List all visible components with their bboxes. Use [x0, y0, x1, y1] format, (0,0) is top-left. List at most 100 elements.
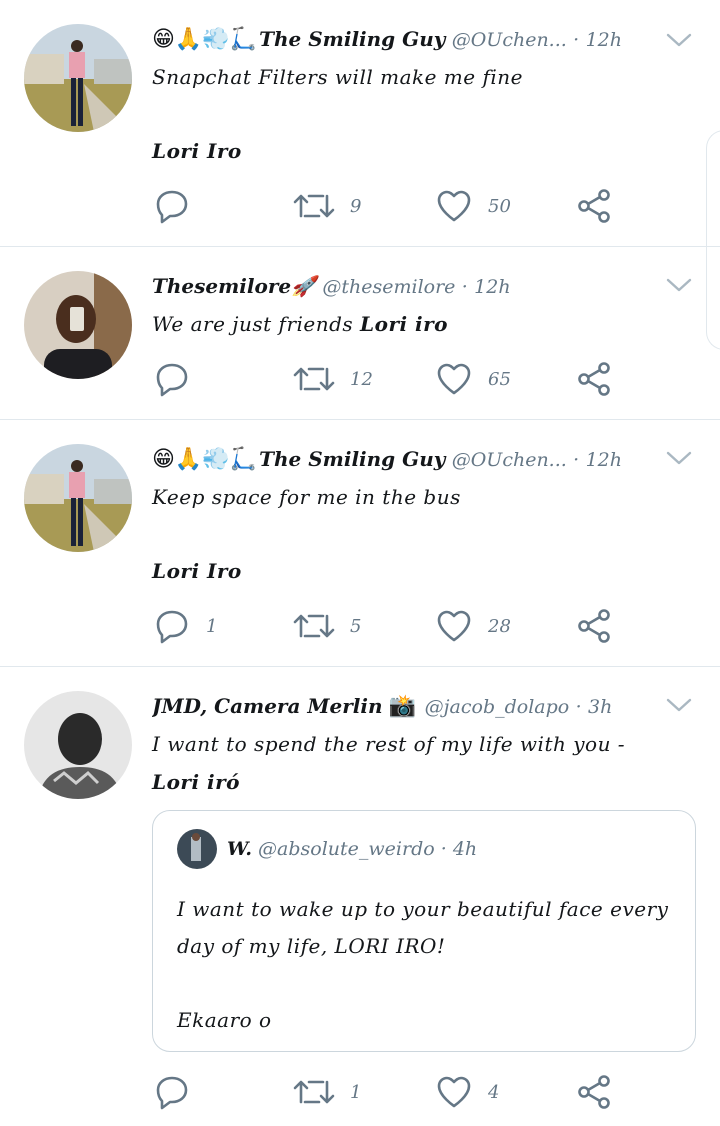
tweet-header: JMD, Camera Merlin 📸 @jacob_dolapo · 3h	[152, 691, 650, 721]
caret-down-icon[interactable]	[666, 695, 692, 715]
reply-icon	[152, 1072, 192, 1112]
display-name[interactable]: The Smiling Guy	[259, 27, 445, 51]
separator-dot: ·	[573, 449, 580, 471]
avatar[interactable]	[24, 271, 132, 379]
tweet-text: Lori Iro	[152, 552, 690, 590]
retweet-icon	[292, 606, 336, 646]
timestamp[interactable]: 3h	[588, 696, 612, 718]
share-button[interactable]	[574, 186, 614, 226]
avatar[interactable]	[24, 24, 132, 132]
like-button[interactable]: 28	[434, 606, 511, 646]
tweet-text-line: Lori Iro	[152, 559, 242, 583]
share-button[interactable]	[574, 1072, 614, 1112]
retweet-count: 9	[350, 195, 362, 217]
like-count: 4	[488, 1081, 500, 1103]
share-icon	[574, 186, 614, 226]
separator-dot: ·	[575, 696, 582, 718]
tweet-text: I want to spend the rest of my life with…	[152, 725, 690, 801]
like-button[interactable]: 65	[434, 359, 511, 399]
share-icon	[574, 359, 614, 399]
tweet-header: 😁🙏💨🛴 The Smiling Guy @OUchen... · 12h	[152, 24, 650, 54]
tweet[interactable]: 😁🙏💨🛴 The Smiling Guy @OUchen... · 12h Kee…	[0, 420, 720, 667]
share-icon	[574, 606, 614, 646]
user-handle[interactable]: @thesemilore	[322, 276, 455, 298]
tweet-text-line: Lori Iro	[152, 139, 242, 163]
tweet-text: We are just friends Lori iro	[152, 305, 690, 343]
retweet-button[interactable]: 1	[292, 1072, 361, 1112]
separator-dot: ·	[573, 29, 580, 51]
like-count: 65	[488, 368, 511, 390]
reply-button[interactable]: 1	[152, 606, 217, 646]
tweet[interactable]: Thesemilore🚀 @thesemilore · 12h We are j…	[0, 247, 720, 420]
tweet-actions: 1 4	[152, 1072, 622, 1112]
retweet-count: 5	[350, 615, 362, 637]
like-icon	[434, 1072, 474, 1112]
tweet-header: Thesemilore🚀 @thesemilore · 12h	[152, 271, 650, 301]
separator-dot: ·	[461, 276, 468, 298]
like-count: 50	[488, 195, 511, 217]
like-button[interactable]: 50	[434, 186, 511, 226]
tweet-text: Lori Iro	[152, 132, 690, 170]
like-icon	[434, 359, 474, 399]
retweet-button[interactable]: 9	[292, 186, 361, 226]
tweet-text: Snapchat Filters will make me fine	[152, 58, 690, 96]
timestamp[interactable]: 12h	[586, 449, 622, 471]
reply-count: 1	[206, 615, 218, 637]
quoted-user-handle[interactable]: @absolute_weirdo	[258, 838, 435, 860]
reply-icon	[152, 186, 192, 226]
share-icon	[574, 1072, 614, 1112]
reply-button[interactable]	[152, 186, 206, 226]
retweet-icon	[292, 359, 336, 399]
like-button[interactable]: 4	[434, 1072, 499, 1112]
tweet-text: Keep space for me in the bus	[152, 478, 690, 516]
tweet[interactable]: JMD, Camera Merlin 📸 @jacob_dolapo · 3h …	[0, 667, 720, 1126]
quoted-tweet[interactable]: W. @absolute_weirdo · 4h I want to wake …	[152, 810, 696, 1052]
tweet-text-bold: Lori iró	[152, 770, 240, 794]
timestamp[interactable]: 12h	[474, 276, 510, 298]
like-icon	[434, 606, 474, 646]
retweet-icon	[292, 186, 336, 226]
separator-dot: ·	[440, 838, 447, 860]
name-emoji: 😁🙏💨🛴	[152, 27, 258, 52]
reply-icon	[152, 606, 192, 646]
quoted-avatar[interactable]	[177, 829, 217, 869]
retweet-button[interactable]: 5	[292, 606, 361, 646]
tweet-text-plain: We are just friends	[152, 312, 361, 336]
tweet-text-line: Keep space for me in the bus	[152, 485, 461, 509]
display-name[interactable]: JMD, Camera Merlin	[152, 694, 383, 718]
share-button[interactable]	[574, 606, 614, 646]
tweet-actions: 9 50	[152, 186, 622, 226]
reply-button[interactable]	[152, 359, 206, 399]
quoted-text: I want to wake up to your beautiful face…	[177, 897, 669, 1032]
caret-down-icon[interactable]	[666, 448, 692, 468]
quoted-display-name[interactable]: W.	[227, 838, 252, 860]
avatar[interactable]	[24, 691, 132, 799]
quoted-timestamp: 4h	[452, 838, 478, 860]
caret-down-icon[interactable]	[666, 30, 692, 50]
avatar[interactable]	[24, 444, 132, 552]
tweet[interactable]: 😁🙏💨🛴 The Smiling Guy @OUchen... · 12h Sna…	[0, 0, 720, 247]
user-handle[interactable]: @jacob_dolapo	[425, 696, 570, 718]
tweet-actions: 1 5 28	[152, 606, 622, 646]
retweet-count: 1	[350, 1081, 362, 1103]
name-emoji: 😁🙏💨🛴	[152, 447, 258, 472]
retweet-count: 12	[350, 368, 373, 390]
display-name[interactable]: The Smiling Guy	[259, 447, 445, 471]
display-name[interactable]: Thesemilore🚀	[152, 274, 316, 298]
quoted-header: W. @absolute_weirdo · 4h	[227, 833, 477, 865]
tweet-header: 😁🙏💨🛴 The Smiling Guy @OUchen... · 12h	[152, 444, 650, 474]
reply-button[interactable]	[152, 1072, 206, 1112]
reply-icon	[152, 359, 192, 399]
user-handle[interactable]: @OUchen...	[452, 449, 567, 471]
share-button[interactable]	[574, 359, 614, 399]
caret-down-icon[interactable]	[666, 275, 692, 295]
name-emoji: 📸	[388, 694, 417, 719]
retweet-icon	[292, 1072, 336, 1112]
retweet-button[interactable]: 12	[292, 359, 373, 399]
user-handle[interactable]: @OUchen...	[452, 29, 567, 51]
like-count: 28	[488, 615, 511, 637]
tweet-actions: 12 65	[152, 359, 622, 399]
tweet-text-bold: Lori iro	[360, 312, 449, 336]
timestamp[interactable]: 12h	[586, 29, 622, 51]
tweet-text-plain: I want to spend the rest of my life with…	[152, 732, 626, 756]
